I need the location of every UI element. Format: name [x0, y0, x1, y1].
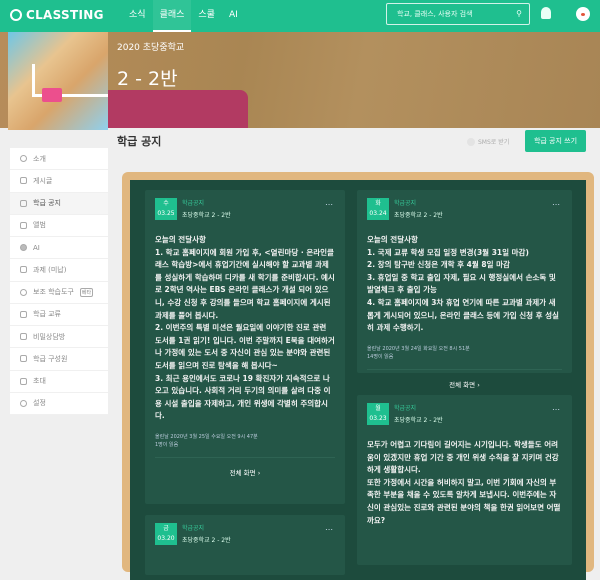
main-menu: 소식 클래스 스쿨 AI: [122, 0, 245, 32]
pencil-icon: [20, 266, 27, 273]
sidebar-item-ai[interactable]: AI: [10, 237, 108, 259]
sidebar-item-invite[interactable]: 초대: [10, 371, 108, 393]
tools-icon: [20, 289, 27, 296]
bell-icon[interactable]: [541, 7, 551, 19]
notice-card[interactable]: 화03.24학급공지초당중학교 2 - 2반⋯ 오늘의 전달사항 1. 국제 교…: [357, 190, 572, 373]
date-badge: 화03.24: [367, 198, 389, 220]
sms-toggle[interactable]: SMS로 받기: [467, 137, 509, 146]
logo-icon: [10, 9, 22, 21]
sidebar-item-members[interactable]: 학급 구성원: [10, 348, 108, 370]
sidebar-item-intro[interactable]: 소개: [10, 148, 108, 170]
banner-decoration: [108, 90, 248, 128]
notice-card[interactable]: 금03.20학급공지초당중학교 2 - 2반⋯: [145, 515, 345, 575]
cover-line: [32, 64, 35, 94]
menu-class[interactable]: 클래스: [153, 0, 192, 32]
album-icon: [20, 222, 27, 229]
sidebar-item-album[interactable]: 앨범: [10, 215, 108, 237]
sidebar-item-homework[interactable]: 과제 (미납): [10, 259, 108, 281]
date-badge: 월03.23: [367, 403, 389, 425]
invite-icon: [20, 378, 27, 385]
school-name: 2020 초당중학교: [117, 40, 184, 53]
info-icon: [20, 155, 27, 162]
notice-icon: [20, 200, 27, 207]
avatar[interactable]: [576, 7, 590, 21]
sidebar-item-counsel[interactable]: 비밀상담방: [10, 326, 108, 348]
menu-school[interactable]: 스쿨: [191, 0, 222, 32]
notice-body: 모두가 어렵고 기다림이 길어지는 시기입니다. 학생들도 어려움이 있겠지만 …: [367, 439, 562, 527]
menu-ai[interactable]: AI: [222, 0, 245, 32]
counsel-icon: [20, 333, 27, 340]
write-notice-button[interactable]: 학급 공지 쓰기: [525, 130, 586, 152]
sidebar-item-settings[interactable]: 설정: [10, 393, 108, 415]
menu-news[interactable]: 소식: [122, 0, 153, 32]
class-cover-image: [8, 32, 108, 130]
ai-icon: [20, 244, 27, 251]
search-icon[interactable]: ⚲: [516, 4, 522, 24]
more-icon[interactable]: ⋯: [552, 200, 560, 209]
date-badge: 수03.25: [155, 198, 177, 220]
more-icon[interactable]: ⋯: [325, 200, 333, 209]
notice-body: 오늘의 전달사항 1. 학교 홈페이지에 회원 가입 후, <열린마당 · 온라…: [155, 234, 335, 423]
notice-card[interactable]: 월03.23학급공지초당중학교 2 - 2반⋯ 모두가 어렵고 기다림이 길어지…: [357, 395, 572, 565]
top-nav: CLASSTING 소식 클래스 스쿨 AI 학교, 클래스, 사용자 검색⚲: [0, 0, 600, 32]
fullscreen-link[interactable]: 전체 화면 ›: [367, 369, 562, 389]
sidebar-item-notice[interactable]: 학급 공지: [10, 193, 108, 215]
search-input[interactable]: 학교, 클래스, 사용자 검색⚲: [386, 3, 530, 25]
class-name: 2 - 2반: [117, 64, 178, 91]
fullscreen-link[interactable]: 전체 화면 ›: [155, 457, 335, 477]
exchange-icon: [20, 311, 27, 318]
notice-meta: 올린날 2020년 3월 24일 화요일 오전 8시 51분14명이 읽음: [367, 345, 562, 361]
sidebar-item-exchange[interactable]: 학급 교류: [10, 304, 108, 326]
members-icon: [20, 355, 27, 362]
date-badge: 금03.20: [155, 523, 177, 545]
gear-icon: [20, 400, 27, 407]
more-icon[interactable]: ⋯: [552, 405, 560, 414]
notice-card[interactable]: 수03.25학급공지초당중학교 2 - 2반⋯ 오늘의 전달사항 1. 학교 홈…: [145, 190, 345, 504]
more-icon[interactable]: ⋯: [325, 525, 333, 534]
notice-body: 오늘의 전달사항 1. 국제 교류 학생 모집 일정 변경(3월 31일 마감)…: [367, 234, 562, 335]
page-title: 학급 공지: [117, 133, 161, 149]
sidebar-item-tools[interactable]: 보조 학습도구베타: [10, 282, 108, 304]
sidebar: 소개 게시글 학급 공지 앨범 AI 과제 (미납) 보조 학습도구베타 학급 …: [10, 148, 108, 415]
beta-badge: 베타: [80, 288, 93, 297]
sidebar-item-posts[interactable]: 게시글: [10, 170, 108, 192]
cover-shape: [42, 88, 62, 102]
notice-meta: 올린날 2020년 3월 25일 수요일 오전 9시 47분1명이 읽음: [155, 433, 335, 449]
posts-icon: [20, 177, 27, 184]
radio-icon: [467, 138, 475, 146]
classting-logo[interactable]: CLASSTING: [10, 8, 104, 22]
